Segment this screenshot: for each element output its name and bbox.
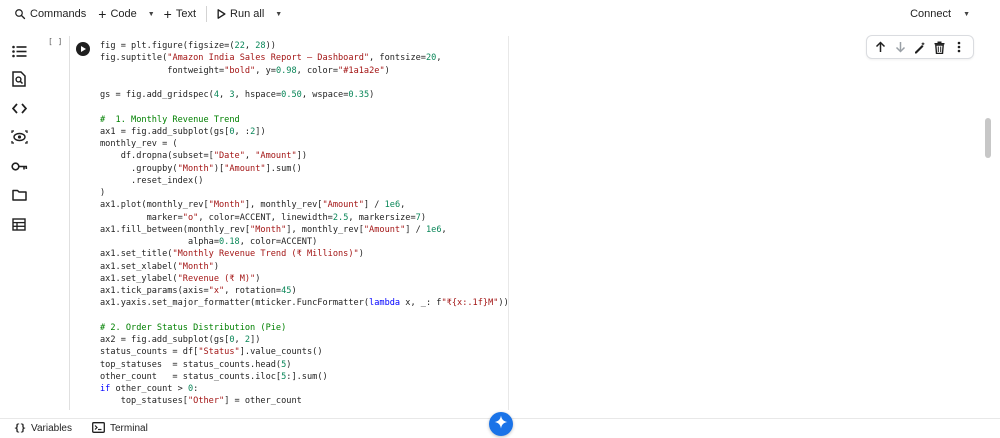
code-line[interactable]: ax1.set_xlabel("Month") bbox=[100, 261, 509, 273]
code-line[interactable] bbox=[100, 77, 509, 89]
terminal-icon bbox=[92, 421, 105, 436]
move-down-icon[interactable] bbox=[892, 39, 908, 55]
code-line[interactable] bbox=[100, 101, 509, 113]
code-line[interactable]: status_counts = df["Status"].value_count… bbox=[100, 346, 509, 358]
terminal-button[interactable]: Terminal bbox=[84, 421, 156, 436]
caret-down-icon: ▼ bbox=[963, 10, 970, 18]
code-line[interactable]: ax1 = fig.add_subplot(gs[0, :2]) bbox=[100, 126, 509, 138]
vertical-scrollbar[interactable] bbox=[985, 118, 991, 158]
code-line[interactable]: if other_count > 0: bbox=[100, 383, 509, 395]
gemini-assistant-button[interactable] bbox=[489, 412, 513, 436]
code-line[interactable]: ax1.plot(monthly_rev["Month"], monthly_r… bbox=[100, 199, 509, 211]
caret-down-icon: ▼ bbox=[275, 10, 283, 18]
search-icon bbox=[14, 8, 26, 20]
code-cell[interactable]: [ ] fig = plt.figure(figsize=(22, 28)) fi… bbox=[38, 28, 1000, 410]
cell-gutter-divider bbox=[69, 36, 70, 410]
connect-label: Connect bbox=[910, 8, 952, 20]
files-icon[interactable] bbox=[10, 186, 28, 204]
code-line[interactable]: # 2. Order Status Distribution (Pie) bbox=[100, 322, 509, 334]
caret-down-icon: ▼ bbox=[147, 10, 155, 18]
code-line[interactable]: .groupby("Month")["Amount"].sum() bbox=[100, 163, 509, 175]
code-line[interactable]: ax1.yaxis.set_major_formatter(mticker.Fu… bbox=[100, 297, 509, 309]
code-line[interactable]: fontweight="bold", y=0.98, color="#1a1a2… bbox=[100, 65, 509, 77]
edit-icon[interactable] bbox=[912, 39, 928, 55]
move-up-icon[interactable] bbox=[873, 39, 889, 55]
delete-icon[interactable] bbox=[932, 39, 948, 55]
variable-inspector-icon[interactable] bbox=[10, 128, 28, 146]
left-sidebar bbox=[0, 28, 38, 418]
code-label: Code bbox=[110, 8, 137, 20]
secrets-key-icon[interactable] bbox=[10, 157, 28, 175]
code-line[interactable]: ) bbox=[100, 187, 509, 199]
code-line[interactable]: df.dropna(subset=["Date", "Amount"]) bbox=[100, 150, 509, 162]
variables-label: Variables bbox=[31, 423, 72, 434]
text-label: Text bbox=[175, 8, 197, 20]
code-line[interactable]: other_count = status_counts.iloc[5:].sum… bbox=[100, 371, 509, 383]
code-line[interactable]: # 1. Monthly Revenue Trend bbox=[100, 114, 509, 126]
add-text-button[interactable]: + Text bbox=[158, 3, 202, 25]
code-line[interactable] bbox=[100, 310, 509, 322]
code-line[interactable]: gs = fig.add_gridspec(4, 3, hspace=0.50,… bbox=[100, 89, 509, 101]
run-all-button[interactable]: Run all bbox=[211, 3, 270, 25]
code-snippets-icon[interactable] bbox=[10, 99, 28, 117]
add-code-button[interactable]: + Code bbox=[92, 3, 142, 25]
code-line[interactable]: ax1.tick_params(axis="x", rotation=45) bbox=[100, 285, 509, 297]
run-cell-button[interactable] bbox=[76, 42, 90, 56]
notebook-toolbar: Commands + Code ▼ + Text Run all ▼ Conne… bbox=[0, 0, 1000, 28]
braces-icon: {} bbox=[14, 423, 27, 434]
commands-label: Commands bbox=[30, 8, 87, 20]
data-table-icon[interactable] bbox=[10, 215, 28, 233]
plus-icon: + bbox=[98, 6, 107, 22]
code-line[interactable]: fig.suptitle("Amazon India Sales Report … bbox=[100, 52, 509, 64]
code-line[interactable]: fig = plt.figure(figsize=(22, 28)) bbox=[100, 40, 509, 52]
code-line[interactable]: ax1.fill_between(monthly_rev["Month"], m… bbox=[100, 224, 509, 236]
code-line[interactable]: ax1.set_ylabel("Revenue (₹ M)") bbox=[100, 273, 509, 285]
terminal-label: Terminal bbox=[110, 423, 148, 434]
connect-button[interactable]: Connect ▼ bbox=[904, 3, 976, 25]
find-icon[interactable] bbox=[10, 70, 28, 88]
run-options-dropdown[interactable]: ▼ bbox=[270, 3, 285, 25]
code-line[interactable]: .reset_index() bbox=[100, 175, 509, 187]
code-line[interactable]: monthly_rev = ( bbox=[100, 138, 509, 150]
commands-button[interactable]: Commands bbox=[8, 3, 92, 25]
code-line[interactable]: alpha=0.18, color=ACCENT) bbox=[100, 236, 509, 248]
run-all-label: Run all bbox=[230, 8, 265, 20]
code-line[interactable]: top_statuses = status_counts.head(5) bbox=[100, 359, 509, 371]
run-icon bbox=[217, 9, 226, 19]
code-line[interactable]: top_statuses["Other"] = other_count bbox=[100, 395, 509, 407]
code-line[interactable]: ax2 = fig.add_subplot(gs[0, 2]) bbox=[100, 334, 509, 346]
code-editor[interactable]: fig = plt.figure(figsize=(22, 28)) fig.su… bbox=[100, 40, 509, 408]
code-line[interactable]: ax1.set_title("Monthly Revenue Trend (₹ … bbox=[100, 248, 509, 260]
cell-toolbar bbox=[866, 35, 974, 59]
sparkle-icon bbox=[494, 415, 508, 434]
table-of-contents-icon[interactable] bbox=[10, 42, 28, 60]
toolbar-divider bbox=[206, 6, 208, 22]
code-options-dropdown[interactable]: ▼ bbox=[143, 3, 158, 25]
execution-count: [ ] bbox=[48, 37, 63, 46]
code-line[interactable]: marker="o", color=ACCENT, linewidth=2.5,… bbox=[100, 212, 509, 224]
plus-icon: + bbox=[163, 6, 172, 22]
more-options-icon[interactable] bbox=[951, 39, 967, 55]
variables-button[interactable]: {} Variables bbox=[6, 423, 80, 434]
